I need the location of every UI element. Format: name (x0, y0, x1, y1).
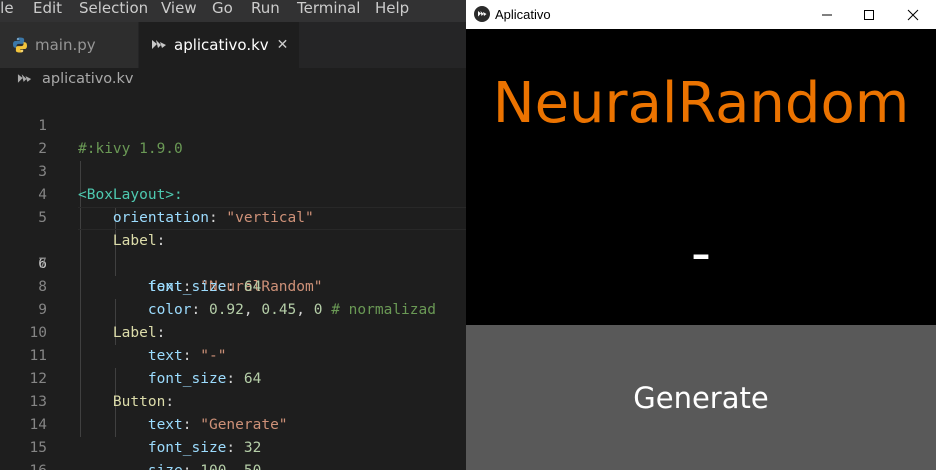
menu-edit[interactable]: Edit (33, 0, 62, 17)
code-line: 9 Label: (0, 276, 466, 341)
code-line: 8 color: 0.92, 0.45, 0 # normalizad (0, 253, 466, 318)
generate-button[interactable]: Generate (466, 325, 936, 470)
code-line: 3 <BoxLayout>: (0, 138, 466, 203)
random-value-label: - (690, 221, 712, 286)
tab-label: main.py (35, 36, 96, 54)
minimize-icon (822, 14, 832, 15)
code-line: 7 font_size: 64 (0, 230, 466, 295)
kivy-icon (474, 6, 490, 22)
close-button[interactable] (890, 0, 936, 29)
window-titlebar[interactable]: Aplicativo (466, 0, 936, 29)
property-key: size (148, 463, 183, 470)
property-value: 50 (244, 463, 261, 470)
tab-bar: main.py aplicativo.kv ✕ (0, 22, 466, 68)
app-window: Aplicativo NeuralRandom - Generate (466, 0, 936, 470)
menu-bar: ile Edit Selection View Go Run Terminal … (0, 0, 466, 22)
title-label: NeuralRandom (492, 71, 910, 136)
python-icon (11, 36, 29, 54)
tab-main-py[interactable]: main.py (0, 22, 138, 68)
menu-view[interactable]: View (161, 0, 197, 17)
maximize-button[interactable] (846, 0, 892, 29)
app-content: NeuralRandom - Generate (466, 29, 936, 470)
code-line-current: 6 text: "NeuralRandom" (0, 207, 466, 295)
code-line: 16 (0, 437, 466, 470)
code-line: 5 Label: (0, 184, 466, 249)
code-line: 13 text: "Generate" (0, 368, 466, 433)
tab-aplicativo-kv[interactable]: aplicativo.kv ✕ (139, 22, 299, 68)
breadcrumb[interactable]: aplicativo.kv (0, 68, 466, 90)
breadcrumb-file: aplicativo.kv (42, 71, 134, 87)
kivy-icon (150, 36, 168, 54)
code-line: 2 (0, 115, 466, 157)
code-line: 10 text: "-" (0, 299, 466, 364)
window-title: Aplicativo (495, 7, 551, 22)
kivy-icon (17, 72, 34, 86)
close-icon[interactable]: ✕ (277, 37, 289, 53)
code-editor: ile Edit Selection View Go Run Terminal … (0, 0, 466, 470)
current-line-highlight (78, 207, 466, 230)
minimize-button[interactable] (804, 0, 850, 29)
menu-file[interactable]: ile (0, 0, 14, 17)
property-value: 100 (200, 463, 226, 470)
tab-label: aplicativo.kv (174, 36, 269, 54)
code-line: 12 Button: (0, 345, 466, 410)
code-line: 4 orientation: "vertical" (0, 161, 466, 226)
menu-help[interactable]: Help (375, 0, 409, 17)
code-line: 15 size: 100, 50 (0, 414, 466, 470)
code-line: 1 #:kivy 1.9.0 (0, 92, 466, 157)
menu-terminal[interactable]: Terminal (297, 0, 360, 17)
menu-selection[interactable]: Selection (79, 0, 148, 17)
maximize-icon (864, 9, 874, 20)
menu-run[interactable]: Run (251, 0, 280, 17)
close-icon (907, 9, 919, 20)
code-line: 11 font_size: 64 (0, 322, 466, 387)
menu-go[interactable]: Go (212, 0, 233, 17)
line-number: 16 (0, 460, 47, 470)
code-line: 14 font_size: 32 (0, 391, 466, 456)
